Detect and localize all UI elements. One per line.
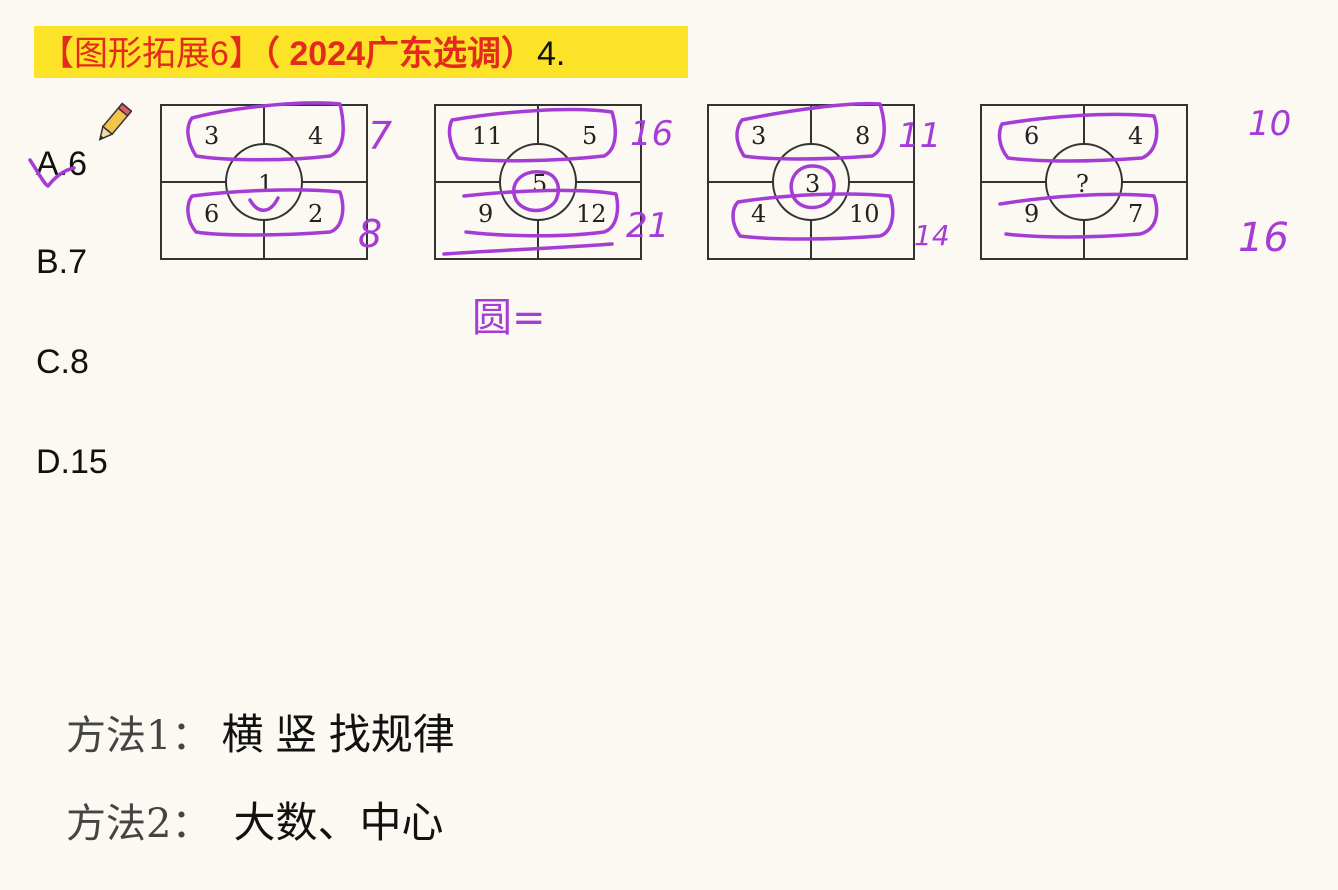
- cell-center: 1: [258, 170, 274, 198]
- topic-label: 【图形拓展6】: [40, 35, 263, 73]
- cell-center: 5: [532, 170, 548, 198]
- cell-top-right: 4: [308, 122, 324, 150]
- method-2: 方法2： 大数、中心: [66, 798, 443, 849]
- question-number: 4.: [537, 35, 566, 73]
- option-a[interactable]: A.6: [36, 144, 87, 184]
- cell-bottom-right: 12: [576, 200, 607, 228]
- cell-bottom-right: 10: [849, 200, 880, 228]
- cell-top-left: 6: [1024, 122, 1040, 150]
- cell-bottom-right: 2: [308, 200, 324, 228]
- ink-sum: 11: [898, 116, 942, 156]
- cell-bottom-left: 4: [751, 200, 767, 228]
- ink-sum: 16: [630, 114, 674, 154]
- source-label: （ 2024广东选调）: [262, 35, 536, 73]
- option-c[interactable]: C.8: [36, 342, 89, 382]
- cell-top-right: 5: [582, 122, 598, 150]
- cell-center: ?: [1076, 170, 1089, 198]
- cell-top-left: 3: [751, 122, 767, 150]
- ink-sum: 8: [358, 212, 383, 256]
- ink-sum: 7: [368, 114, 393, 158]
- figure-4: 6 4 ? 9 7: [980, 104, 1190, 262]
- option-b[interactable]: B.7: [36, 242, 87, 282]
- cell-top-right: 8: [855, 122, 871, 150]
- cell-bottom-right: 7: [1128, 200, 1144, 228]
- method-1: 方法1：横 竖 找规律: [66, 710, 455, 761]
- method-label: 方法2：: [66, 801, 212, 847]
- method-value: 横 竖 找规律: [221, 711, 455, 758]
- method-value: 大数、中心: [233, 799, 444, 846]
- method-label: 方法1：: [66, 713, 212, 759]
- cell-bottom-left: 9: [478, 200, 494, 228]
- pencil-icon: [98, 102, 132, 141]
- ink-sum: 16: [1238, 215, 1289, 261]
- figure-2: 11 5 5 9 12: [434, 104, 644, 262]
- figure-3: 3 8 3 4 10: [707, 104, 917, 262]
- ink-sum: 14: [914, 219, 950, 252]
- cell-top-left: 3: [204, 122, 220, 150]
- ink-sum: 21: [626, 206, 670, 246]
- ink-sum: 10: [1248, 104, 1292, 144]
- ink-circle-note: 圆=: [472, 295, 546, 341]
- cell-bottom-left: 6: [204, 200, 220, 228]
- cell-bottom-left: 9: [1024, 200, 1040, 228]
- cell-top-left: 11: [472, 122, 503, 150]
- figure-1: 3 4 1 6 2: [160, 104, 370, 262]
- cell-center: 3: [805, 170, 821, 198]
- option-d[interactable]: D.15: [36, 442, 108, 482]
- question-title: 【图形拓展6】（ 2024广东选调）4.: [40, 28, 565, 80]
- cell-top-right: 4: [1128, 122, 1144, 150]
